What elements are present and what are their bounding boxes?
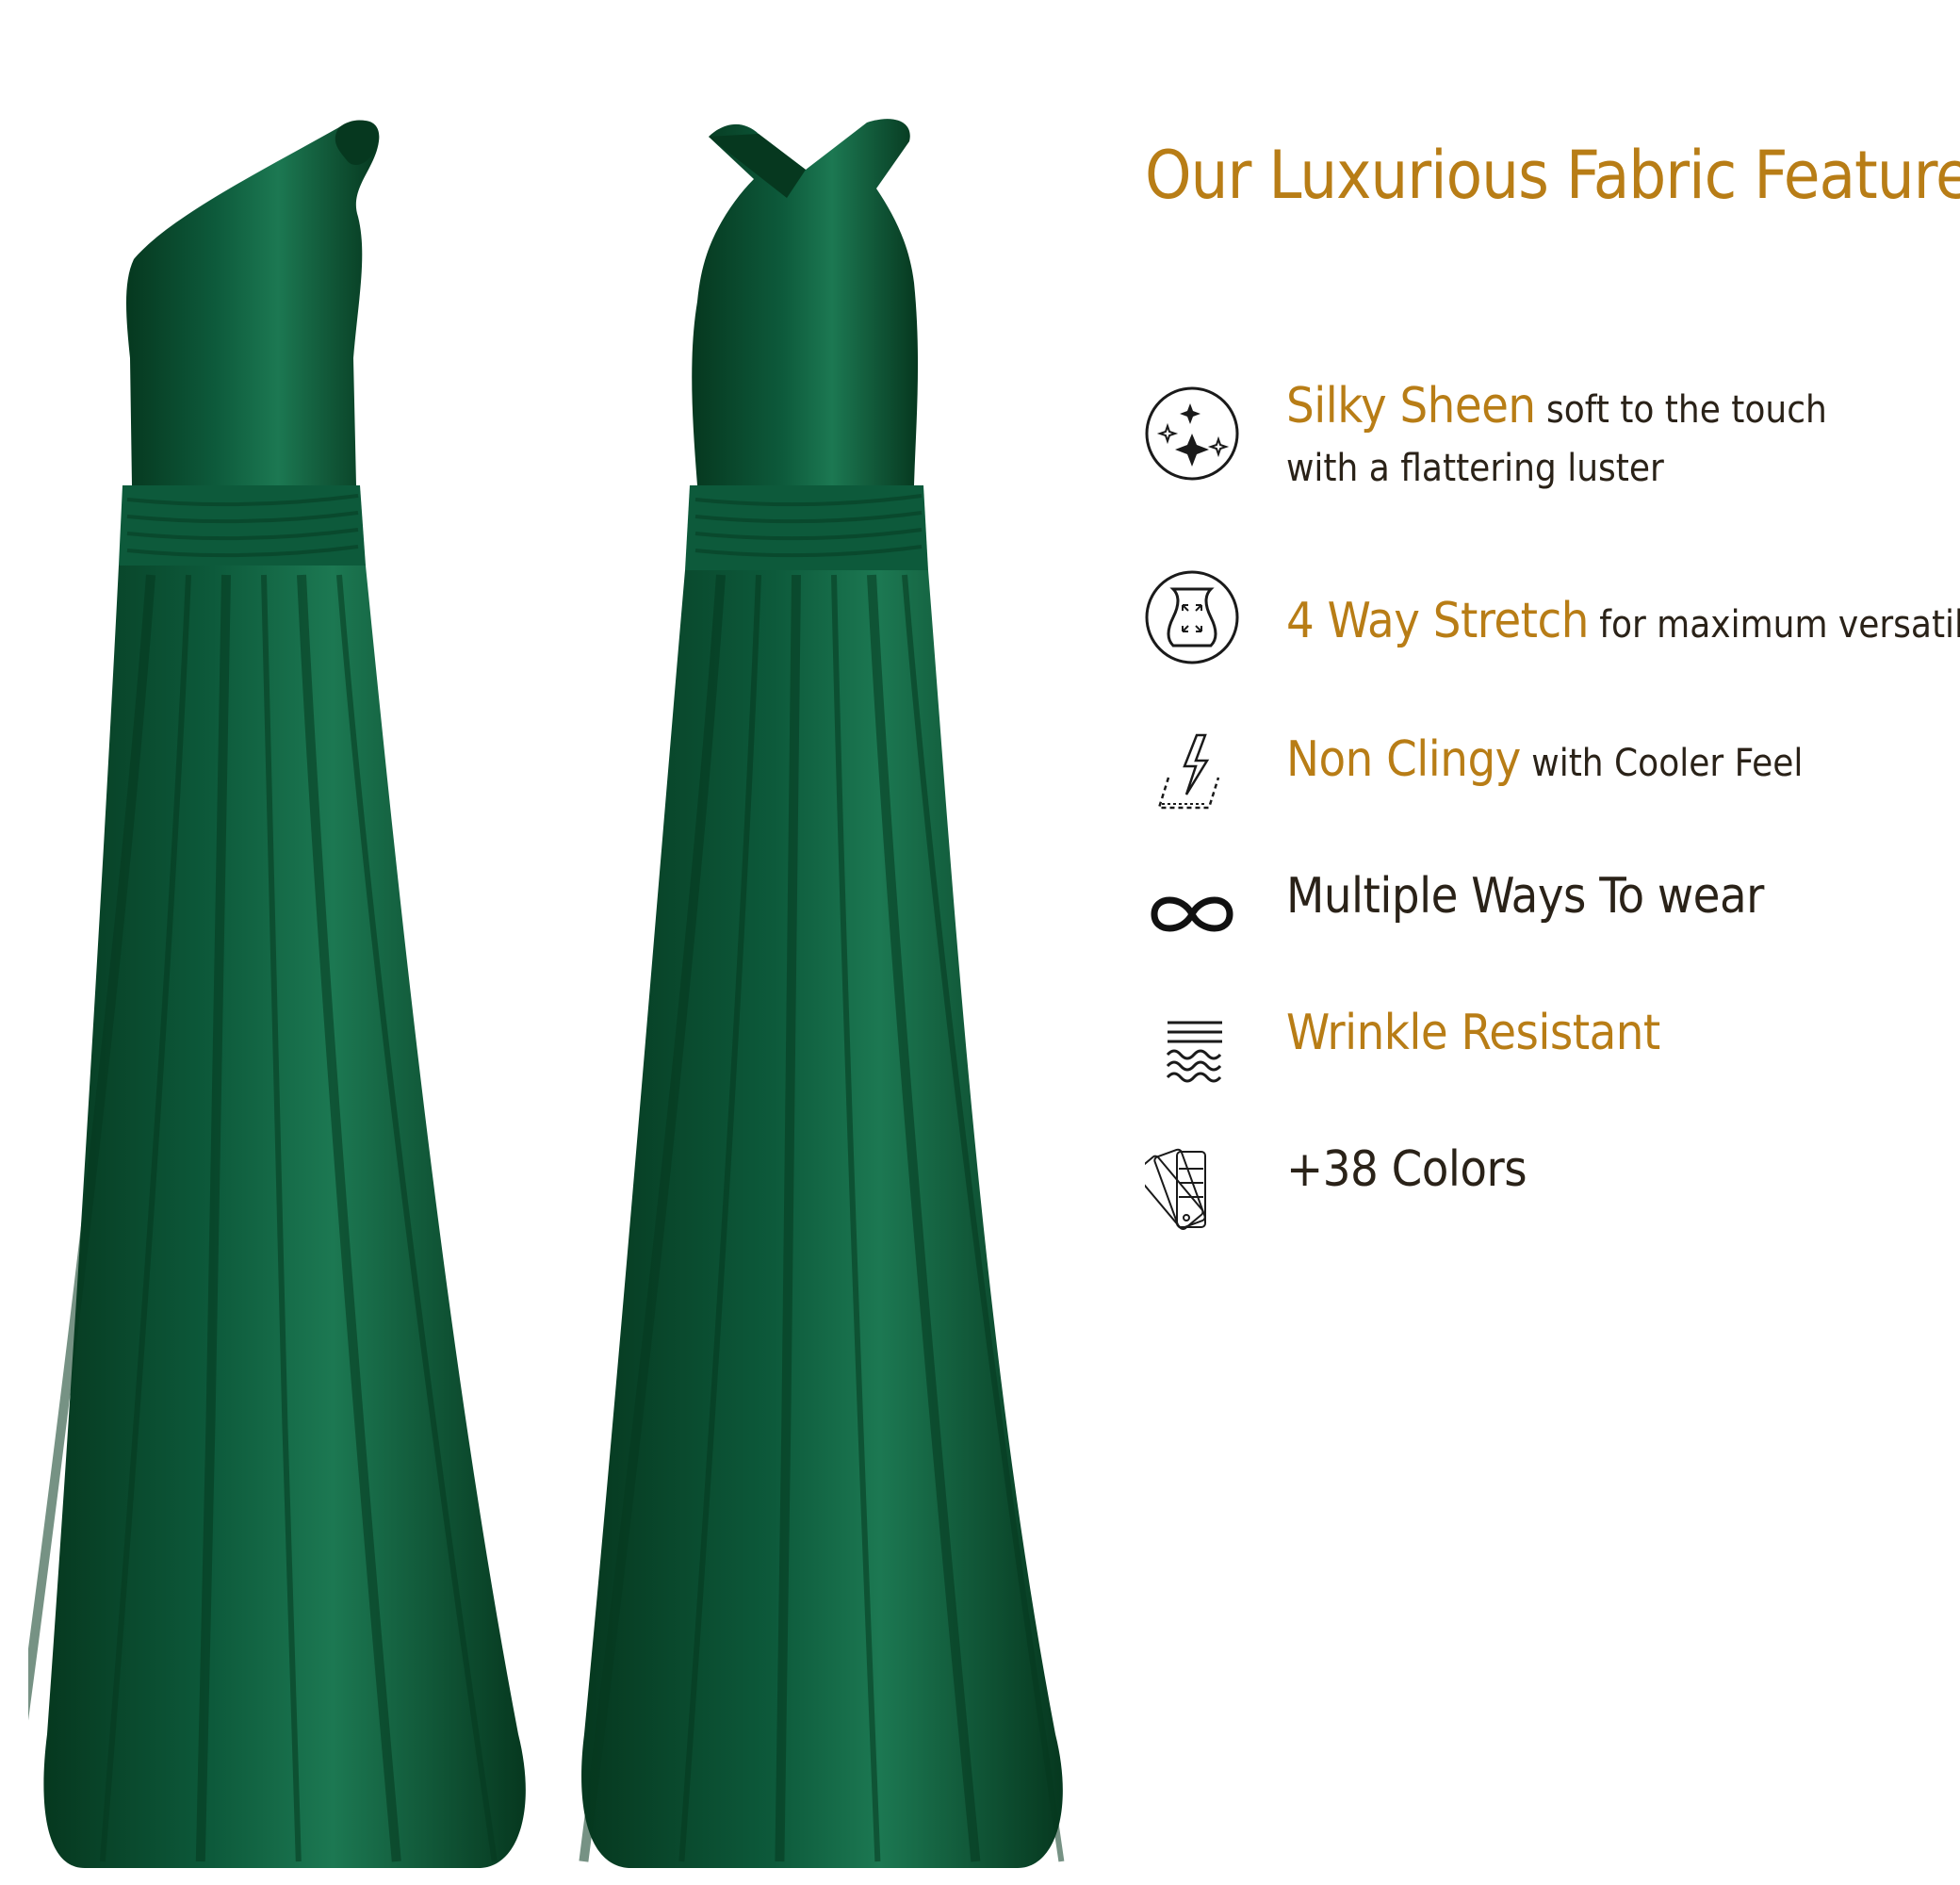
feature-title: Silky Sheen bbox=[1286, 378, 1536, 434]
product-images bbox=[0, 0, 1112, 1885]
infinity-icon bbox=[1151, 896, 1233, 932]
feature-title: Wrinkle Resistant bbox=[1286, 1005, 1660, 1061]
feature-wrinkle-resistant: Wrinkle Resistant bbox=[1145, 994, 1955, 1117]
lightning-icon bbox=[1157, 733, 1220, 810]
color-swatch-icon bbox=[1145, 1148, 1206, 1230]
feature-title: Non Clingy bbox=[1286, 731, 1521, 788]
feature-description-line2: with a flattering luster bbox=[1286, 447, 1664, 490]
features-heading: Our Luxurious Fabric Features: bbox=[1145, 137, 1960, 214]
feature-title: 4 Way Stretch bbox=[1286, 593, 1589, 649]
feature-colors: +38 Colors bbox=[1145, 1131, 1955, 1254]
feature-title: +38 Colors bbox=[1286, 1141, 1527, 1198]
feature-silky-sheen: Silky Sheen soft to the touch with a fla… bbox=[1145, 377, 1955, 500]
sparkle-icon bbox=[1145, 386, 1239, 481]
wrinkle-icon bbox=[1166, 1021, 1222, 1083]
feature-non-clingy: Non Clingy with Cooler Feel bbox=[1145, 721, 1955, 844]
feature-4-way-stretch: 4 Way Stretch for maximum versatility bbox=[1145, 566, 1960, 688]
feature-title: Multiple Ways To wear bbox=[1286, 868, 1764, 925]
stretch-icon bbox=[1145, 570, 1239, 664]
feature-description: for maximum versatility bbox=[1599, 603, 1960, 647]
feature-multiple-ways: Multiple Ways To wear bbox=[1145, 858, 1955, 980]
feature-description: soft to the touch bbox=[1535, 388, 1827, 432]
dress-one-shoulder-image bbox=[28, 120, 526, 1868]
feature-description: with Cooler Feel bbox=[1520, 742, 1804, 785]
dress-halter-image bbox=[579, 119, 1065, 1868]
